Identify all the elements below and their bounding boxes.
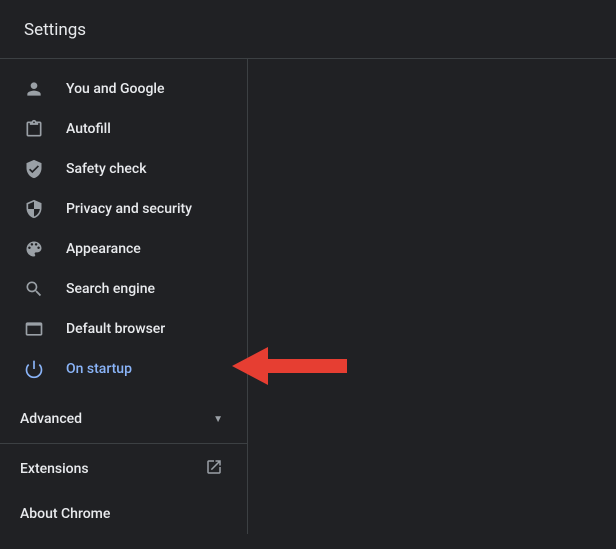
palette-icon (24, 239, 44, 259)
annotation-arrow (232, 344, 352, 392)
sidebar-item-label: Appearance (66, 241, 223, 257)
about-label: About Chrome (20, 506, 110, 522)
chevron-down-icon: ▼ (213, 414, 223, 425)
sidebar-item-label: Search engine (66, 281, 223, 297)
shield-check-icon (24, 159, 44, 179)
sidebar-item-label: Default browser (66, 321, 223, 337)
shield-icon (24, 199, 44, 219)
browser-icon (24, 319, 44, 339)
sidebar-item-about-chrome[interactable]: About Chrome (0, 492, 247, 534)
sidebar-item-autofill[interactable]: Autofill (0, 109, 247, 149)
sidebar-item-safety-check[interactable]: Safety check (0, 149, 247, 189)
sidebar-item-label: On startup (66, 361, 223, 377)
settings-sidebar: You and Google Autofill Safety check Pri… (0, 59, 248, 534)
sidebar-item-appearance[interactable]: Appearance (0, 229, 247, 269)
sidebar-item-label: You and Google (66, 81, 223, 97)
sidebar-item-you-and-google[interactable]: You and Google (0, 69, 247, 109)
advanced-label: Advanced (20, 411, 82, 427)
sidebar-item-search-engine[interactable]: Search engine (0, 269, 247, 309)
sidebar-item-label: Autofill (66, 121, 223, 137)
sidebar-item-advanced[interactable]: Advanced ▼ (0, 399, 247, 444)
settings-header: Settings (0, 0, 616, 59)
sidebar-item-extensions[interactable]: Extensions (0, 444, 247, 492)
person-icon (24, 79, 44, 99)
extensions-label: Extensions (20, 461, 89, 477)
sidebar-item-on-startup[interactable]: On startup (0, 349, 247, 389)
sidebar-item-label: Safety check (66, 161, 223, 177)
sidebar-item-privacy-security[interactable]: Privacy and security (0, 189, 247, 229)
sidebar-item-default-browser[interactable]: Default browser (0, 309, 247, 349)
sidebar-item-label: Privacy and security (66, 201, 223, 217)
page-title: Settings (24, 20, 86, 40)
power-icon (24, 359, 44, 379)
search-icon (24, 279, 44, 299)
clipboard-icon (24, 119, 44, 139)
external-link-icon (205, 458, 223, 480)
